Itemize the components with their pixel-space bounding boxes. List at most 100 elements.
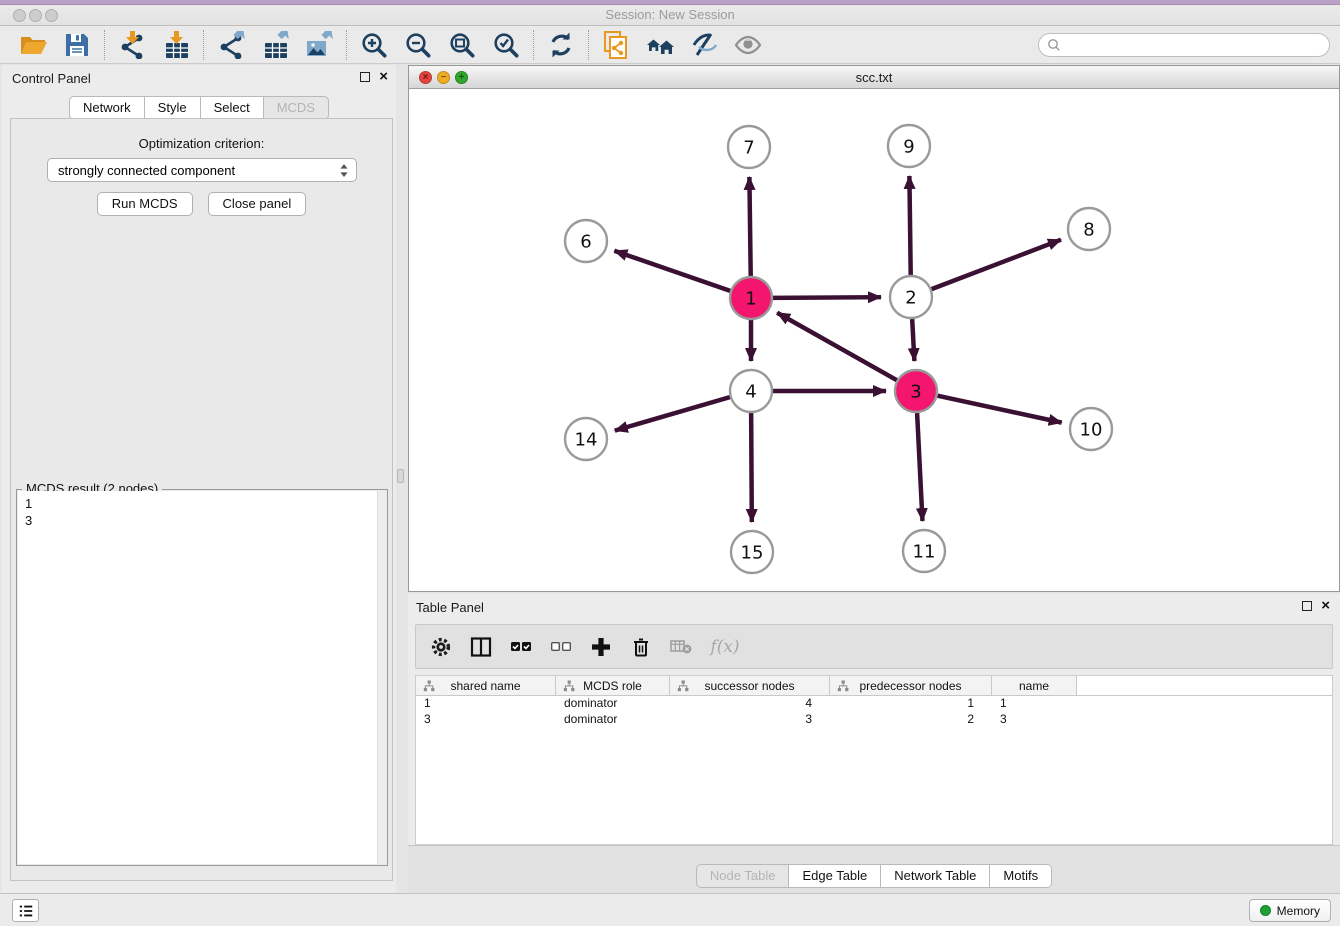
import-network-button[interactable] bbox=[116, 29, 148, 61]
column-header-successor-nodes[interactable]: successor nodes bbox=[670, 676, 830, 695]
node-15[interactable]: 15 bbox=[731, 531, 773, 573]
network-window-titlebar[interactable]: × − + scc.txt bbox=[409, 66, 1339, 89]
chevron-up-down-icon bbox=[339, 163, 349, 181]
header-filler bbox=[1077, 676, 1332, 695]
network-canvas[interactable]: 1 2 3 4 6 7 8 9 10 11 14 15 bbox=[409, 89, 1339, 591]
first-neighbors-button[interactable] bbox=[644, 29, 676, 61]
table-cell[interactable]: dominator bbox=[556, 712, 670, 728]
zoom-selected-button[interactable] bbox=[490, 29, 522, 61]
search-input[interactable] bbox=[1061, 35, 1329, 55]
settings-gear-icon bbox=[430, 636, 452, 658]
tab-select[interactable]: Select bbox=[200, 96, 264, 120]
hide-selected-button[interactable] bbox=[688, 29, 720, 61]
delete-table-button[interactable] bbox=[668, 634, 694, 660]
export-image-button[interactable] bbox=[303, 29, 335, 61]
apply-layout-button[interactable] bbox=[545, 29, 577, 61]
column-label: shared name bbox=[450, 679, 520, 693]
edge-3-10[interactable] bbox=[937, 396, 1061, 423]
control-panel-title: Control Panel bbox=[12, 71, 91, 86]
zoom-in-button[interactable] bbox=[358, 29, 390, 61]
edge-3-1[interactable] bbox=[777, 313, 897, 380]
column-layout-button[interactable] bbox=[468, 634, 494, 660]
import-table-button[interactable] bbox=[160, 29, 192, 61]
hide-selected-icon bbox=[690, 31, 718, 59]
open-file-button[interactable] bbox=[17, 29, 49, 61]
function-builder-button[interactable]: f(x) bbox=[708, 634, 742, 660]
show-columns-button[interactable] bbox=[508, 634, 534, 660]
task-history-button[interactable] bbox=[12, 899, 39, 922]
node-2[interactable]: 2 bbox=[890, 276, 932, 318]
node-6[interactable]: 6 bbox=[565, 220, 607, 262]
mcds-result-list[interactable]: 13 bbox=[18, 491, 377, 864]
export-network-button[interactable] bbox=[215, 29, 247, 61]
tab-style[interactable]: Style bbox=[144, 96, 201, 120]
show-all-button[interactable] bbox=[732, 29, 764, 61]
node-label: 6 bbox=[580, 231, 591, 252]
table-cell[interactable]: 1 bbox=[992, 696, 1077, 712]
node-14[interactable]: 14 bbox=[565, 418, 607, 460]
node-4[interactable]: 4 bbox=[730, 370, 772, 412]
table-cell[interactable]: 3 bbox=[416, 712, 556, 728]
edge-4-14[interactable] bbox=[615, 397, 730, 430]
edge-2-9[interactable] bbox=[909, 176, 910, 275]
import-table-icon bbox=[162, 31, 190, 59]
criterion-dropdown[interactable]: strongly connected component bbox=[47, 158, 357, 182]
column-header-predecessor-nodes[interactable]: predecessor nodes bbox=[830, 676, 992, 695]
node-7[interactable]: 7 bbox=[728, 126, 770, 168]
column-header-shared-name[interactable]: shared name bbox=[416, 676, 556, 695]
table-cell[interactable]: 4 bbox=[670, 696, 830, 712]
new-network-from-selection-button[interactable] bbox=[600, 29, 632, 61]
close-panel-button[interactable]: Close panel bbox=[208, 192, 307, 216]
tab-edge-table[interactable]: Edge Table bbox=[788, 864, 881, 888]
node-9[interactable]: 9 bbox=[888, 125, 930, 167]
edge-2-8[interactable] bbox=[932, 240, 1061, 289]
delete-columns-button[interactable] bbox=[628, 634, 654, 660]
add-column-button[interactable] bbox=[588, 634, 614, 660]
apply-layout-icon bbox=[547, 31, 575, 59]
tab-motifs[interactable]: Motifs bbox=[989, 864, 1052, 888]
zoom-selected-icon bbox=[492, 31, 520, 59]
table-cell[interactable]: 2 bbox=[830, 712, 992, 728]
save-session-button[interactable] bbox=[61, 29, 93, 61]
table-cell[interactable]: 1 bbox=[830, 696, 992, 712]
zoom-out-button[interactable] bbox=[402, 29, 434, 61]
node-8[interactable]: 8 bbox=[1068, 208, 1110, 250]
vertical-splitter-handle[interactable] bbox=[397, 469, 404, 483]
column-header-name[interactable]: name bbox=[992, 676, 1077, 695]
table-cell[interactable]: 1 bbox=[416, 696, 556, 712]
tab-network[interactable]: Network bbox=[69, 96, 145, 120]
zoom-fit-button[interactable] bbox=[446, 29, 478, 61]
edge-3-11[interactable] bbox=[917, 413, 922, 521]
node-1[interactable]: 1 bbox=[730, 277, 772, 319]
result-scrollbar[interactable] bbox=[377, 491, 386, 864]
node-11[interactable]: 11 bbox=[903, 530, 945, 572]
tab-mcds[interactable]: MCDS bbox=[263, 96, 329, 120]
edge-4-15[interactable] bbox=[751, 413, 752, 522]
memory-button[interactable]: Memory bbox=[1249, 899, 1331, 922]
float-table-panel-icon[interactable] bbox=[1302, 601, 1312, 611]
table-cell[interactable]: dominator bbox=[556, 696, 670, 712]
table-row[interactable]: 3dominator323 bbox=[416, 712, 1332, 728]
run-mcds-button[interactable]: Run MCDS bbox=[97, 192, 193, 216]
table-cell[interactable]: 3 bbox=[992, 712, 1077, 728]
close-table-panel-icon[interactable]: × bbox=[1321, 600, 1330, 612]
column-header-MCDS-role[interactable]: MCDS role bbox=[556, 676, 670, 695]
node-3[interactable]: 3 bbox=[895, 370, 937, 412]
hide-columns-button[interactable] bbox=[548, 634, 574, 660]
settings-gear-button[interactable] bbox=[428, 634, 454, 660]
table-cell[interactable]: 3 bbox=[670, 712, 830, 728]
edge-1-7[interactable] bbox=[749, 177, 750, 276]
tab-node-table[interactable]: Node Table bbox=[696, 864, 790, 888]
close-panel-icon[interactable]: × bbox=[379, 71, 388, 83]
edge-1-2[interactable] bbox=[773, 297, 881, 298]
show-columns-icon bbox=[510, 636, 532, 658]
table-row[interactable]: 1dominator411 bbox=[416, 696, 1332, 712]
float-panel-icon[interactable] bbox=[360, 72, 370, 82]
edge-1-6[interactable] bbox=[614, 251, 730, 291]
tab-network-table[interactable]: Network Table bbox=[880, 864, 990, 888]
edge-2-3[interactable] bbox=[912, 319, 914, 361]
export-table-button[interactable] bbox=[259, 29, 291, 61]
search-box[interactable] bbox=[1038, 33, 1330, 57]
node-10[interactable]: 10 bbox=[1070, 408, 1112, 450]
node-label: 7 bbox=[743, 137, 754, 158]
